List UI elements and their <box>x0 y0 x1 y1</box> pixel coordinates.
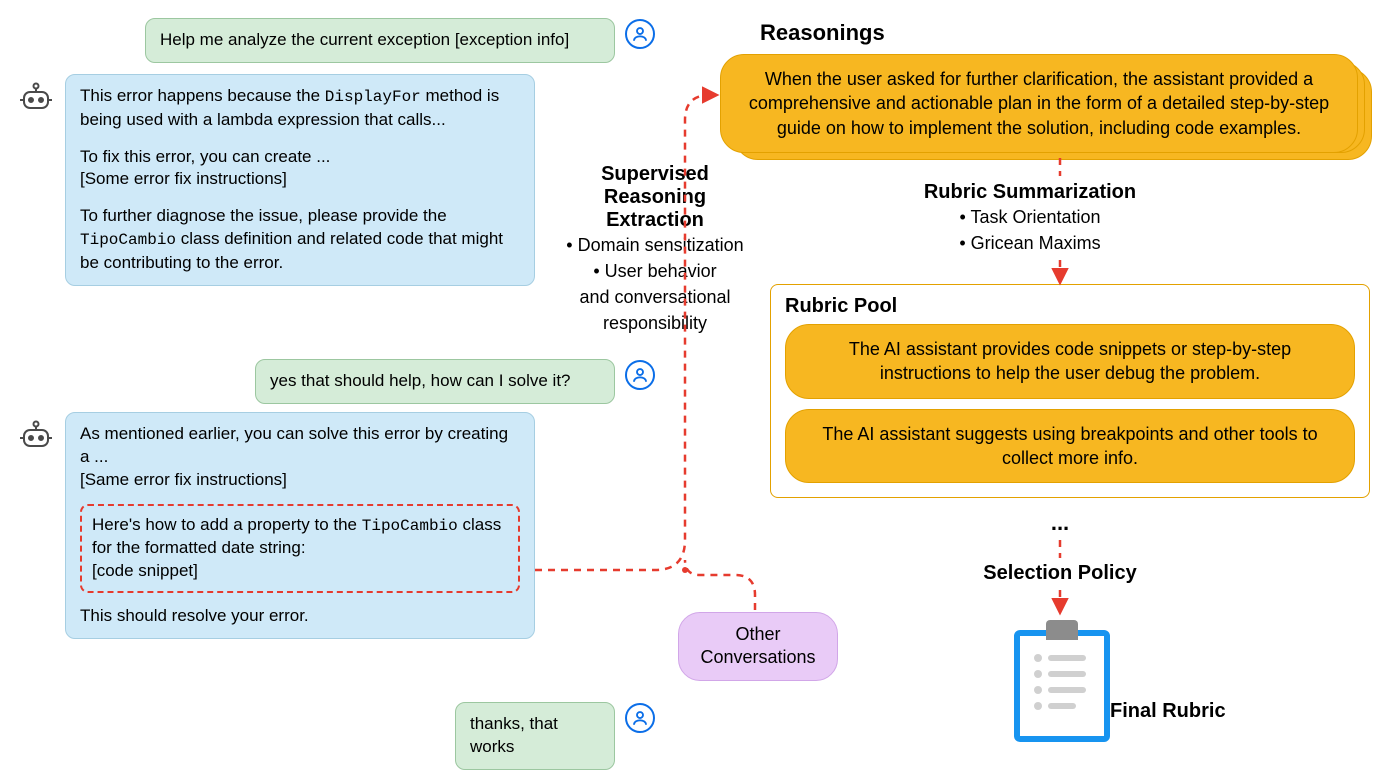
assistant-message-1-p1: This error happens because the DisplayFo… <box>80 85 520 132</box>
rubric-pool-title: Rubric Pool <box>785 295 1355 318</box>
assistant-message-1-p3: [Some error fix instructions] <box>80 168 520 191</box>
reasonings-card: When the user asked for further clarific… <box>720 54 1358 153</box>
rubric-pool: Rubric Pool The AI assistant provides co… <box>770 284 1370 498</box>
highlighted-code-region: Here's how to add a property to the Tipo… <box>80 504 520 593</box>
stage-label-selection-policy: Selection Policy <box>970 562 1150 585</box>
user-message-3: thanks, that works <box>455 702 615 770</box>
ellipsis: ... <box>1040 510 1080 536</box>
user-message-1-text: Help me analyze the current exception [e… <box>160 30 569 49</box>
assistant-message-2-p2: [Same error fix instructions] <box>80 469 520 492</box>
stage-label-supervised-reasoning: Supervised Reasoning Extraction • Domain… <box>555 163 755 336</box>
reasonings-title: Reasonings <box>760 20 885 46</box>
final-rubric-icon <box>1014 630 1110 742</box>
rubric-item-1: The AI assistant provides code snippets … <box>785 324 1355 399</box>
user-message-3-text: thanks, that works <box>470 714 558 756</box>
stage-label-rubric-summarization: Rubric Summarization • Task Orientation … <box>900 181 1160 256</box>
assistant-icon <box>18 80 54 121</box>
user-message-2-text: yes that should help, how can I solve it… <box>270 371 571 390</box>
assistant-message-1-p4: To further diagnose the issue, please pr… <box>80 205 520 274</box>
assistant-message-2-p3: This should resolve your error. <box>80 605 520 628</box>
user-icon <box>625 19 655 49</box>
other-conversations: Other Conversations <box>678 612 838 681</box>
final-rubric-label: Final Rubric <box>1110 700 1226 723</box>
assistant-icon <box>18 418 54 459</box>
assistant-message-1-p2: To fix this error, you can create ... <box>80 146 520 169</box>
user-message-1: Help me analyze the current exception [e… <box>145 18 615 63</box>
rubric-item-2: The AI assistant suggests using breakpoi… <box>785 409 1355 484</box>
user-icon <box>625 360 655 390</box>
assistant-message-2: As mentioned earlier, you can solve this… <box>65 412 535 639</box>
user-icon <box>625 703 655 733</box>
assistant-message-2-p1: As mentioned earlier, you can solve this… <box>80 423 520 469</box>
user-message-2: yes that should help, how can I solve it… <box>255 359 615 404</box>
assistant-message-1: This error happens because the DisplayFo… <box>65 74 535 286</box>
